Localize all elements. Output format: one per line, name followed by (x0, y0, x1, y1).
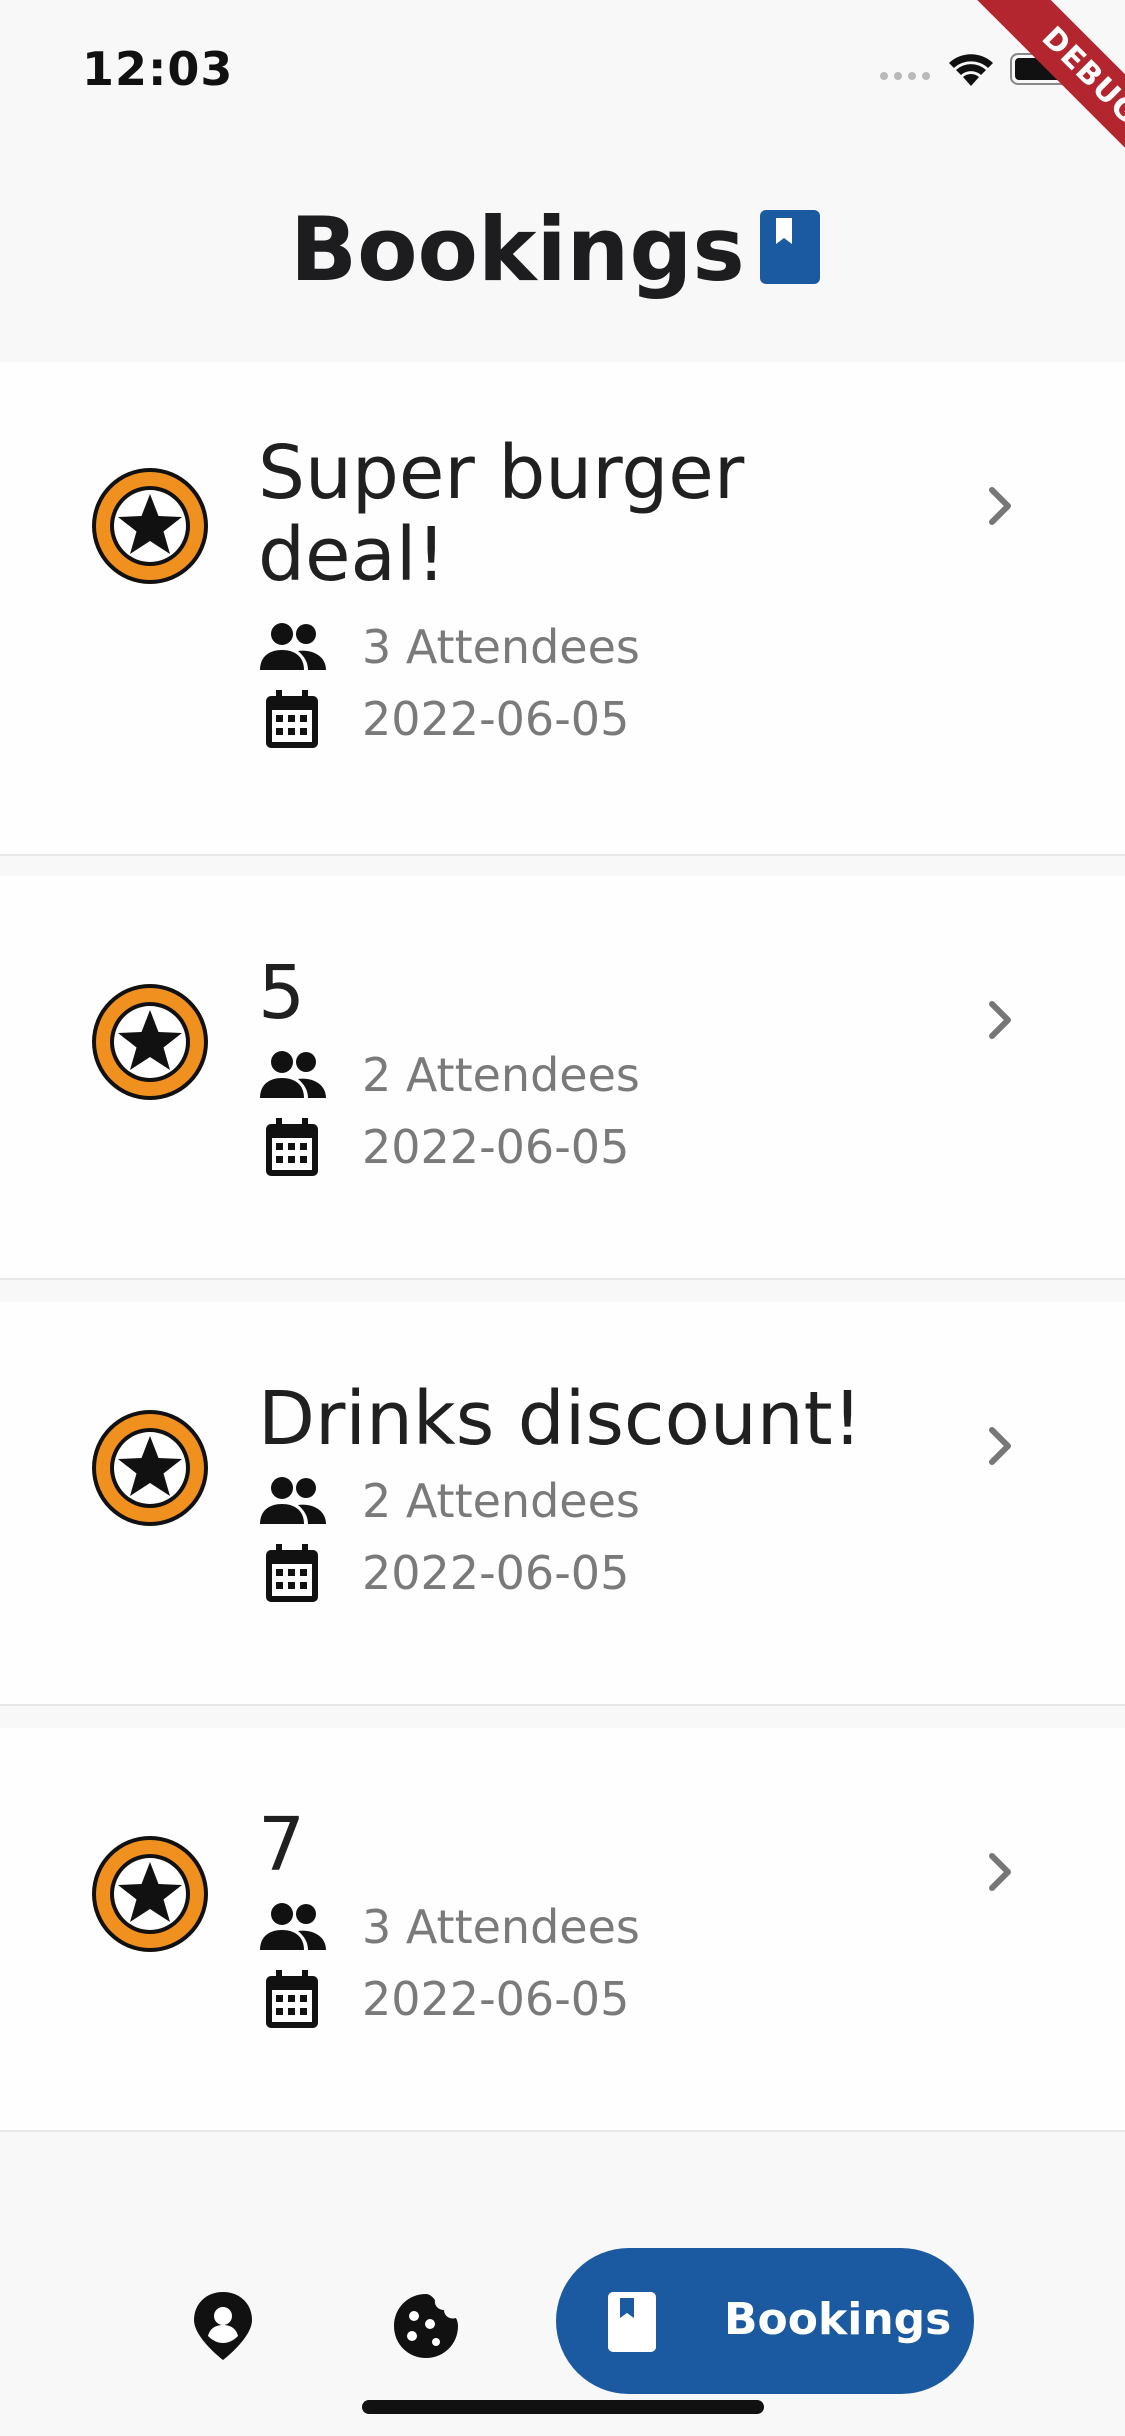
chevron-right-icon[interactable] (980, 1418, 1022, 1474)
booking-date: 2022-06-05 (362, 1120, 630, 1174)
booking-date: 2022-06-05 (362, 692, 630, 746)
booking-card[interactable]: Drinks discount! 2 Attendees 2022-06-05 (0, 1302, 1125, 1706)
cellular-signal-icon (880, 72, 934, 82)
cookie-icon[interactable] (390, 2290, 462, 2362)
attendees-count: 2 Attendees (362, 1474, 640, 1528)
page-title: Bookings (290, 198, 745, 301)
booking-title: 5 (258, 950, 306, 1036)
chevron-right-icon[interactable] (980, 1844, 1022, 1900)
booking-card[interactable]: Super burger deal! 3 Attendees 2022-06-05 (0, 362, 1125, 856)
people-icon (258, 618, 328, 678)
home-indicator (362, 2400, 764, 2414)
wifi-icon (949, 54, 993, 86)
star-badge-icon (90, 466, 210, 586)
status-time: 12:03 (82, 42, 234, 96)
nav-item-label: Bookings (724, 2294, 952, 2345)
people-icon (258, 1046, 328, 1106)
people-icon (258, 1898, 328, 1958)
bookmark-book-icon (760, 210, 820, 284)
star-badge-icon (90, 1834, 210, 1954)
attendees-count: 3 Attendees (362, 620, 640, 674)
chevron-right-icon[interactable] (980, 992, 1022, 1048)
calendar-icon (258, 1544, 328, 1604)
booking-title: Drinks discount! (258, 1376, 863, 1462)
calendar-icon (258, 690, 328, 750)
attendees-count: 2 Attendees (362, 1048, 640, 1102)
star-badge-icon (90, 1408, 210, 1528)
location-pin-icon[interactable] (190, 2290, 256, 2362)
app-header: Bookings (0, 170, 1125, 330)
booking-card[interactable]: 5 2 Attendees 2022-06-05 (0, 876, 1125, 1280)
booking-date: 2022-06-05 (362, 1972, 630, 2026)
calendar-icon (258, 1118, 328, 1178)
chevron-right-icon[interactable] (980, 478, 1022, 534)
bookmark-book-icon (608, 2292, 656, 2352)
status-bar: 12:03 DEBUG (0, 0, 1125, 208)
star-badge-icon (90, 982, 210, 1102)
booking-date: 2022-06-05 (362, 1546, 630, 1600)
booking-card[interactable]: 7 3 Attendees 2022-06-05 (0, 1728, 1125, 2132)
people-icon (258, 1472, 328, 1532)
nav-item-bookings[interactable]: Bookings (556, 2248, 974, 2394)
booking-title: 7 (258, 1802, 306, 1888)
calendar-icon (258, 1970, 328, 2030)
attendees-count: 3 Attendees (362, 1900, 640, 1954)
booking-title: Super burger deal! (258, 430, 745, 598)
